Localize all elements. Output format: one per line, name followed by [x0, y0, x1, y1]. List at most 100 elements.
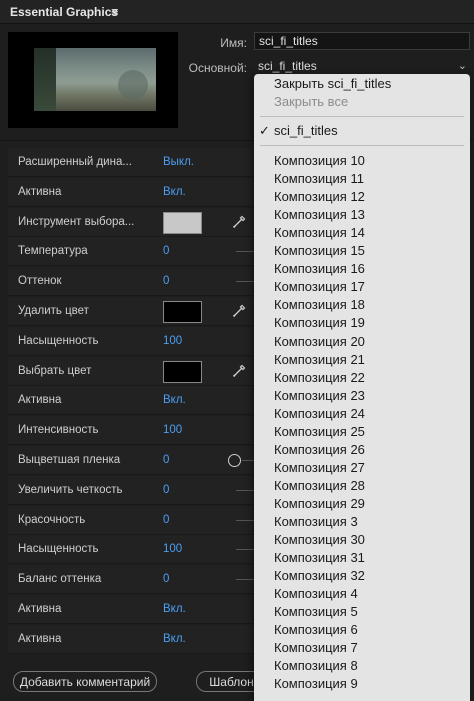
menu-item-composition[interactable]: Композиция 30	[254, 532, 470, 550]
menu-item-composition[interactable]: Композиция 29	[254, 496, 470, 514]
property-label: Выбрать цвет	[18, 364, 92, 377]
menu-item-composition[interactable]: Композиция 25	[254, 424, 470, 442]
property-row: Активна Вкл.	[8, 624, 268, 654]
property-label: Инструмент выбора...	[18, 215, 135, 228]
property-label: Активна	[18, 185, 62, 198]
property-label: Удалить цвет	[18, 305, 89, 317]
menu-item-composition[interactable]: Композиция 24	[254, 406, 470, 424]
property-value[interactable]: Выкл.	[163, 156, 194, 168]
property-label: Температура	[18, 245, 88, 258]
menu-item-composition[interactable]: Композиция 15	[254, 243, 470, 261]
property-value[interactable]: 100	[163, 424, 182, 436]
base-label: Основной:	[188, 61, 247, 75]
property-value[interactable]: 0	[163, 514, 169, 526]
base-select-value: sci_fi_titles	[258, 59, 317, 73]
menu-item-composition[interactable]: Композиция 23	[254, 388, 470, 406]
menu-item-composition[interactable]: Композиция 22	[254, 370, 470, 388]
menu-separator	[260, 116, 464, 117]
property-row: Инструмент выбора...	[8, 207, 268, 237]
color-swatch[interactable]	[163, 360, 202, 383]
property-row: Насыщенность 100	[8, 535, 268, 565]
properties-list: Расширенный дина... Выкл. Активна Вкл. Инстр…	[8, 148, 268, 656]
property-row: Оттенок 0	[8, 267, 268, 297]
preview-image	[34, 48, 156, 111]
panel-title: Essential Graphics	[10, 5, 119, 19]
property-value[interactable]: Вкл.	[163, 394, 186, 406]
property-label: Баланс оттенка	[18, 573, 102, 586]
property-label: Насыщенность	[18, 543, 99, 556]
property-value[interactable]: Вкл.	[163, 186, 186, 198]
menu-item-label: sci_fi_titles	[274, 123, 338, 138]
property-value[interactable]: 0	[163, 573, 169, 585]
property-row: Температура 0	[8, 237, 268, 267]
menu-item-current[interactable]: ✓ sci_fi_titles	[254, 123, 470, 141]
check-icon: ✓	[259, 123, 270, 138]
property-value[interactable]: 100	[163, 335, 182, 347]
menu-item-composition[interactable]: Композиция 32	[254, 568, 470, 586]
menu-item-close-current[interactable]: Закрыть sci_fi_titles	[254, 76, 470, 94]
panel-header: Essential Graphics ≡	[0, 0, 474, 24]
menu-item-composition[interactable]: Композиция 11	[254, 171, 470, 189]
menu-item-composition[interactable]: Композиция 3	[254, 514, 470, 532]
slider-knob[interactable]	[228, 454, 241, 467]
property-label: Насыщенность	[18, 334, 99, 347]
property-row: Активна Вкл.	[8, 386, 268, 416]
menu-item-composition[interactable]: Композиция 20	[254, 334, 470, 352]
property-value[interactable]: 100	[163, 543, 182, 555]
name-label: Имя:	[220, 36, 247, 50]
property-row: Удалить цвет	[8, 297, 268, 326]
property-value[interactable]: Вкл.	[163, 633, 186, 645]
property-value[interactable]: Вкл.	[163, 603, 186, 615]
menu-item-composition[interactable]: Композиция 9	[254, 676, 470, 694]
add-comment-button[interactable]: Добавить комментарий	[13, 671, 157, 692]
property-row: Активна Вкл.	[8, 595, 268, 624]
eyedropper-icon[interactable]	[232, 304, 246, 318]
property-label: Активна	[18, 603, 62, 615]
name-input[interactable]	[254, 32, 470, 50]
menu-item-composition[interactable]: Композиция 4	[254, 586, 470, 604]
property-label: Интенсивность	[18, 424, 99, 437]
property-row: Увеличить четкость 0	[8, 475, 268, 505]
menu-item-composition[interactable]: Композиция 6	[254, 622, 470, 640]
property-value[interactable]: 0	[163, 275, 169, 287]
property-value[interactable]: 0	[163, 484, 169, 496]
menu-item-composition[interactable]: Композиция 28	[254, 478, 470, 496]
eyedropper-icon[interactable]	[232, 364, 246, 378]
property-value[interactable]: 0	[163, 245, 169, 257]
menu-item-composition[interactable]: Композиция 19	[254, 315, 470, 333]
menu-item-composition[interactable]: Композиция 12	[254, 189, 470, 207]
menu-item-composition[interactable]: Композиция 26	[254, 442, 470, 460]
panel-menu-icon[interactable]: ≡	[111, 4, 119, 19]
menu-item-composition[interactable]: Композиция 18	[254, 297, 470, 315]
menu-item-composition[interactable]: Композиция 27	[254, 460, 470, 478]
chevron-down-icon: ⌄	[457, 60, 467, 72]
property-label: Выцветшая пленка	[18, 454, 121, 466]
menu-item-composition[interactable]: Композиция 5	[254, 604, 470, 622]
property-row: Выбрать цвет	[8, 356, 268, 386]
property-label: Увеличить четкость	[18, 483, 123, 496]
property-label: Активна	[18, 632, 62, 645]
property-row: Активна Вкл.	[8, 177, 268, 207]
property-row: Насыщенность 100	[8, 326, 268, 356]
color-swatch[interactable]	[163, 211, 202, 234]
menu-item-composition[interactable]: Композиция 14	[254, 225, 470, 243]
menu-item-composition[interactable]: Композиция 31	[254, 550, 470, 568]
property-label: Оттенок	[18, 275, 62, 288]
menu-item-composition[interactable]: Композиция 16	[254, 261, 470, 279]
property-row: Красочность 0	[8, 505, 268, 535]
menu-item-composition[interactable]: Композиция 21	[254, 352, 470, 370]
menu-item-composition[interactable]: Композиция 17	[254, 279, 470, 297]
menu-item-close-all: Закрыть все	[274, 94, 349, 109]
property-label: Активна	[18, 394, 62, 407]
menu-item-composition[interactable]: Композиция 10	[254, 153, 470, 171]
menu-item-composition[interactable]: Композиция 13	[254, 207, 470, 225]
property-label: Расширенный дина...	[18, 156, 132, 168]
property-row: Выцветшая пленка 0	[8, 446, 268, 475]
eyedropper-icon[interactable]	[232, 215, 246, 229]
menu-item-composition[interactable]: Композиция 7	[254, 640, 470, 658]
menu-item-composition[interactable]: Композиция 8	[254, 658, 470, 676]
property-row: Расширенный дина... Выкл.	[8, 148, 268, 177]
property-value[interactable]: 0	[163, 454, 169, 466]
menu-separator	[260, 145, 464, 146]
color-swatch[interactable]	[163, 301, 202, 323]
